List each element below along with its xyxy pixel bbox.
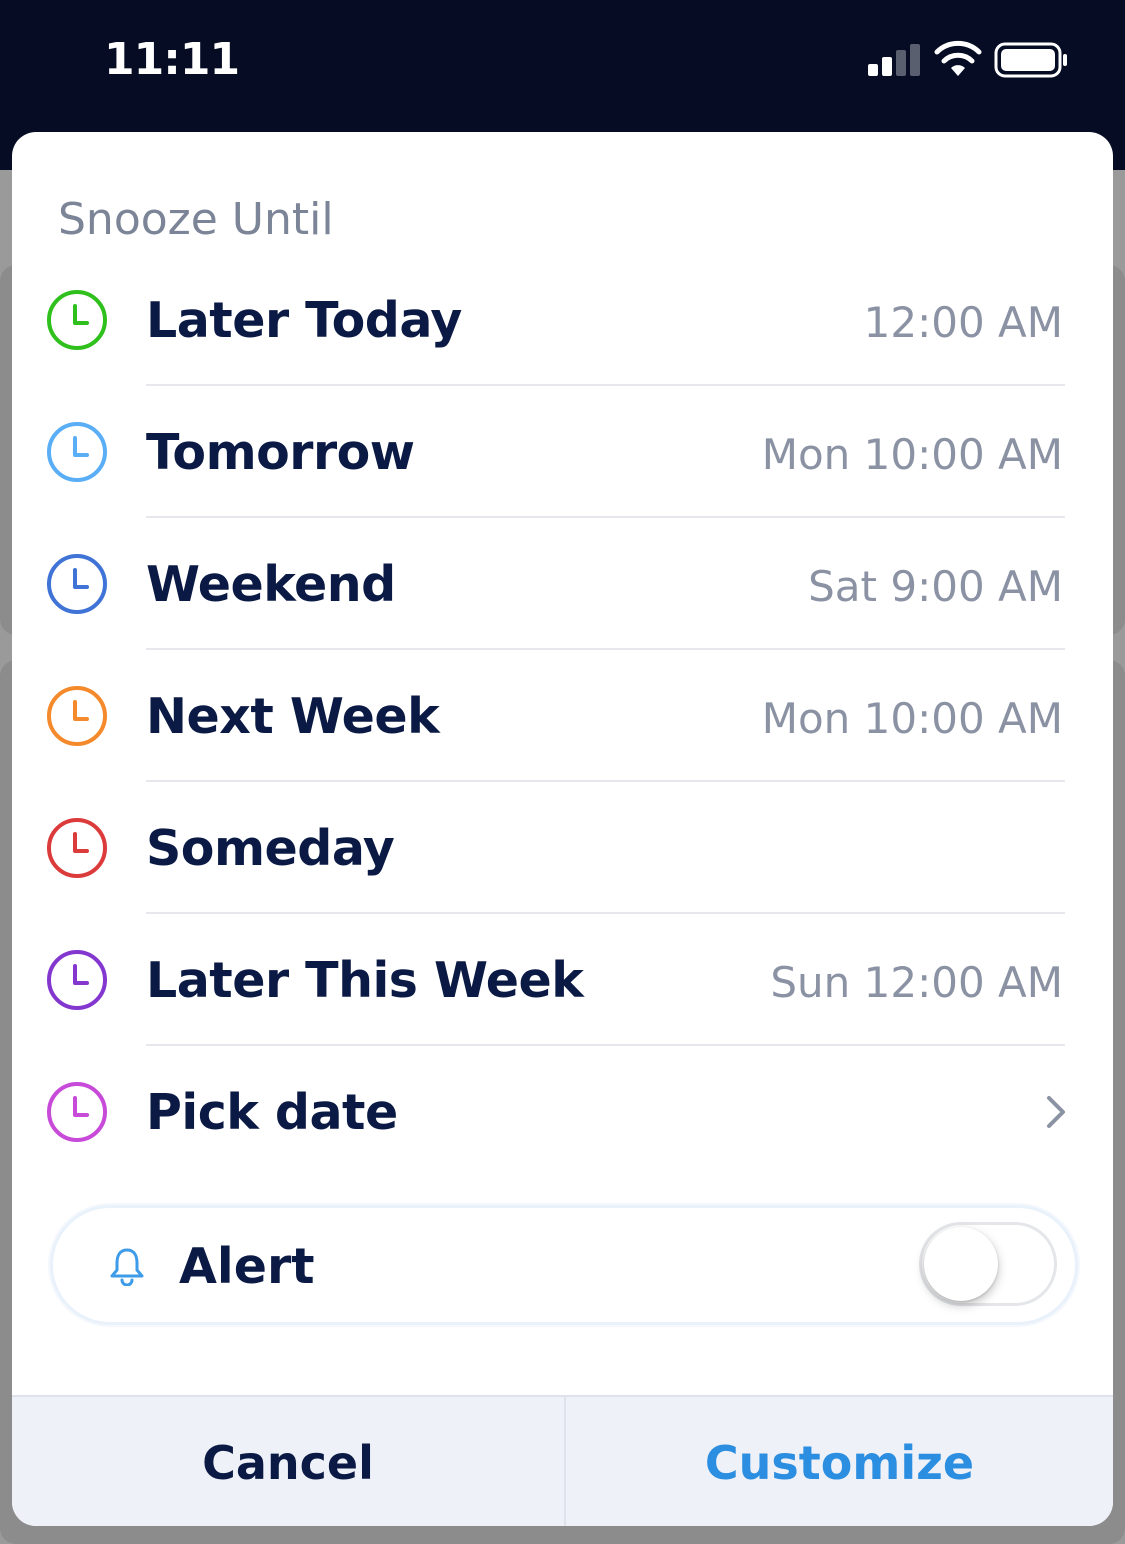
snooze-option-row[interactable]: Weekend Sat 9:00 AM <box>12 518 1113 650</box>
snooze-option-time: Mon 10:00 AM <box>761 430 1063 479</box>
status-time: 11:11 <box>104 34 240 85</box>
clock-icon <box>47 686 107 746</box>
snooze-option-row[interactable]: Tomorrow Mon 10:00 AM <box>12 386 1113 518</box>
sheet-title: Snooze Until <box>58 194 334 245</box>
clock-icon <box>47 950 107 1010</box>
clock-icon <box>47 818 107 878</box>
chevron-right-icon <box>1047 1096 1065 1128</box>
snooze-option-label: Someday <box>146 820 395 877</box>
alert-label: Alert <box>179 1238 315 1295</box>
cellular-signal-icon <box>868 44 920 76</box>
cancel-button[interactable]: Cancel <box>12 1397 564 1526</box>
snooze-option-time: 12:00 AM <box>863 298 1063 347</box>
clock-icon <box>47 554 107 614</box>
snooze-option-row[interactable]: Pick date <box>12 1046 1113 1178</box>
clock-icon <box>47 290 107 350</box>
battery-icon <box>994 42 1067 78</box>
snooze-option-row[interactable]: Someday <box>12 782 1113 914</box>
snooze-sheet: Snooze Until Later Today 12:00 AM Tomorrow… <box>12 132 1113 1526</box>
snooze-option-label: Next Week <box>146 688 440 745</box>
snooze-option-label: Tomorrow <box>146 424 415 481</box>
alert-row[interactable]: Alert <box>50 1205 1078 1325</box>
snooze-option-time: Mon 10:00 AM <box>761 694 1063 743</box>
wifi-icon <box>934 40 982 76</box>
snooze-option-row[interactable]: Next Week Mon 10:00 AM <box>12 650 1113 782</box>
snooze-option-row[interactable]: Later Today 12:00 AM <box>12 254 1113 386</box>
toggle-knob[interactable] <box>924 1227 998 1301</box>
clock-icon <box>47 1082 107 1142</box>
snooze-option-label: Pick date <box>146 1084 398 1141</box>
bell-icon <box>110 1248 144 1286</box>
snooze-option-label: Weekend <box>146 556 396 613</box>
snooze-option-row[interactable]: Later This Week Sun 12:00 AM <box>12 914 1113 1046</box>
snooze-option-time: Sat 9:00 AM <box>808 562 1063 611</box>
snooze-option-label: Later Today <box>146 292 462 349</box>
customize-button[interactable]: Customize <box>566 1397 1113 1526</box>
footer-bar: Cancel Customize <box>12 1395 1113 1526</box>
clock-icon <box>47 422 107 482</box>
alert-toggle[interactable] <box>919 1222 1057 1306</box>
snooze-option-time: Sun 12:00 AM <box>770 958 1063 1007</box>
snooze-option-label: Later This Week <box>146 952 584 1009</box>
